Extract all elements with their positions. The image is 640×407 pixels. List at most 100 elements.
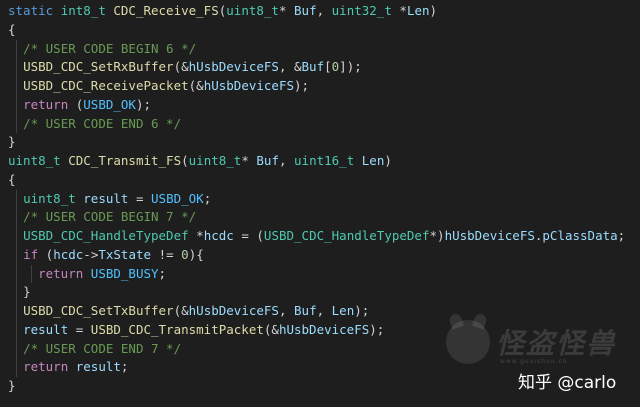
code-line[interactable]: }: [0, 377, 640, 396]
code-token: ]);: [339, 59, 362, 75]
code-token: *: [391, 3, 407, 18]
code-line[interactable]: /* USER CODE BEGIN 7 */: [0, 208, 640, 227]
code-token: ,: [278, 153, 295, 168]
code-line[interactable]: uint8_t result = USBD_OK;: [0, 189, 640, 209]
code-line[interactable]: USBD_CDC_HandleTypeDef *hcdc = (USBD_CDC…: [0, 227, 640, 246]
code-line[interactable]: return (USBD_OK);: [0, 95, 640, 115]
code-token: (: [181, 153, 189, 168]
code-line[interactable]: /* USER CODE BEGIN 6 */: [0, 39, 640, 59]
code-token: *: [278, 3, 295, 18]
code-token: (&: [188, 78, 204, 93]
code-token: ,: [316, 303, 332, 318]
code-line[interactable]: }: [0, 283, 640, 302]
code-line[interactable]: {: [0, 21, 640, 40]
code-token: }: [8, 378, 16, 393]
code-token: Buf: [294, 3, 317, 18]
indent-guide: [15, 320, 17, 340]
code-token: uint16_t: [294, 153, 355, 168]
code-token: Len: [331, 303, 355, 318]
code-token: /* USER CODE BEGIN 7 */: [23, 209, 197, 225]
indent-guide: [15, 114, 17, 134]
code-line[interactable]: static int8_t CDC_Receive_FS(uint8_t* Bu…: [0, 2, 640, 21]
code-editor[interactable]: static int8_t CDC_Receive_FS(uint8_t* Bu…: [0, 0, 640, 407]
code-token: (: [38, 246, 54, 262]
code-token: result: [83, 190, 129, 206]
code-token: hUsbDeviceFS: [188, 303, 279, 318]
code-token: hUsbDeviceFS: [188, 59, 279, 75]
code-line[interactable]: uint8_t CDC_Transmit_FS(uint8_t* Buf, ui…: [0, 152, 640, 171]
code-token: ;: [158, 265, 167, 281]
indent-guide: [15, 245, 17, 265]
code-token: }: [8, 134, 16, 150]
code-token: );: [354, 303, 370, 318]
code-token: Len: [406, 3, 430, 18]
code-token: hcdc: [53, 246, 84, 262]
code-token: return: [38, 265, 84, 281]
code-token: (: [68, 96, 84, 112]
code-token: (&: [173, 59, 189, 75]
code-token: = (: [233, 228, 264, 243]
indent-guide: [15, 95, 17, 115]
code-token: uint8_t: [23, 190, 76, 206]
code-token: uint8_t: [8, 153, 61, 168]
code-token: );: [369, 321, 385, 337]
code-token: CDC_Transmit_FS: [68, 153, 182, 168]
indent-guide: [15, 39, 17, 59]
indent-guide: [15, 339, 17, 359]
indent-guide: [15, 302, 17, 321]
indent-guide: [30, 264, 32, 284]
indent-guide: [15, 58, 17, 77]
code-token: ->: [83, 246, 99, 262]
code-token: ,: [278, 303, 295, 318]
code-line[interactable]: return USBD_BUSY;: [0, 264, 640, 284]
code-token: USBD_CDC_HandleTypeDef: [23, 228, 189, 243]
code-token: USBD_OK: [151, 190, 204, 206]
code-line[interactable]: USBD_CDC_ReceivePacket(&hUsbDeviceFS);: [0, 77, 640, 96]
code-token: Len: [361, 153, 385, 168]
code-token: =: [128, 190, 152, 206]
code-token: return: [23, 359, 69, 375]
code-token: ,: [316, 3, 332, 18]
code-token: *: [188, 228, 204, 243]
code-token: ;: [617, 228, 626, 243]
indent-guide: [15, 208, 17, 227]
code-token: uint8_t: [188, 153, 242, 168]
code-token: ;: [203, 190, 212, 206]
indent-guide: [15, 264, 17, 284]
code-token: uint32_t: [331, 3, 392, 18]
code-line[interactable]: /* USER CODE END 7 */: [0, 339, 640, 359]
code-token: {: [8, 21, 16, 37]
code-line[interactable]: }: [0, 133, 640, 152]
indent-guide: [15, 189, 17, 209]
code-token: USBD_CDC_ReceivePacket: [23, 78, 189, 93]
indent-guide: [15, 227, 17, 246]
code-token: hcdc: [203, 228, 234, 243]
code-token: USBD_CDC_HandleTypeDef: [263, 228, 430, 243]
code-line[interactable]: USBD_CDC_SetRxBuffer(&hUsbDeviceFS, &Buf…: [0, 58, 640, 77]
indent-guide: [15, 358, 17, 377]
code-token: [: [324, 59, 332, 75]
code-token: hUsbDeviceFS: [278, 321, 370, 337]
code-token: Buf: [294, 303, 317, 318]
code-line[interactable]: return result;: [0, 358, 640, 377]
code-token: CDC_Receive_FS: [113, 3, 219, 18]
code-token: ){: [188, 246, 204, 262]
code-token: );: [135, 96, 152, 112]
code-token: Buf: [301, 59, 325, 75]
code-token: USBD_BUSY: [90, 265, 159, 281]
code-token: result: [23, 321, 69, 337]
code-line[interactable]: {: [0, 171, 640, 190]
code-token: =: [68, 321, 91, 337]
code-line[interactable]: result = USBD_CDC_TransmitPacket(&hUsbDe…: [0, 320, 640, 340]
code-token: ;: [120, 359, 129, 375]
code-token: /* USER CODE BEGIN 6 */: [23, 40, 197, 56]
code-area[interactable]: static int8_t CDC_Receive_FS(uint8_t* Bu…: [0, 2, 640, 396]
code-line[interactable]: USBD_CDC_SetTxBuffer(&hUsbDeviceFS, Buf,…: [0, 302, 640, 321]
code-token: ): [384, 153, 392, 168]
code-line[interactable]: if (hcdc->TxState != 0){: [0, 245, 640, 265]
code-token: USBD_CDC_TransmitPacket: [90, 321, 264, 337]
code-line[interactable]: /* USER CODE END 6 */: [0, 114, 640, 134]
